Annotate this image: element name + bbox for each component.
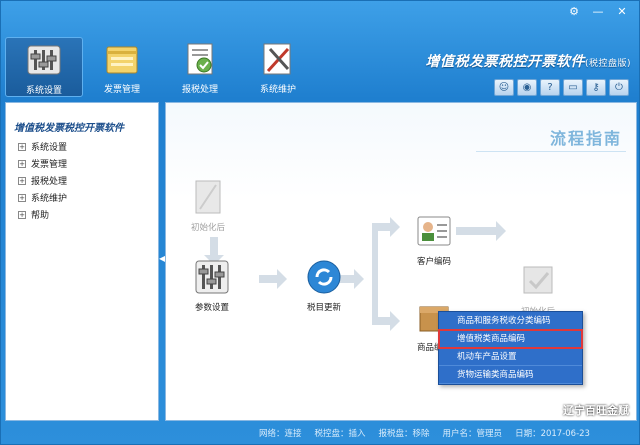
document-icon [190,179,226,215]
folder-icon [104,41,140,77]
app-window: ⚙ — ✕ 系统设置 发票管理 报税处理 系统维护 增值税发票税控开票软件(税控… [0,0,640,445]
wechat-icon [541,403,559,417]
node-param-settings[interactable]: 参数设置 [194,259,230,313]
app-subtitle: (税控盘版) [584,59,631,69]
quick-icon-bar: ☺ ◉ ? ▭ ⚷ ⏻ [494,79,629,96]
node-label: 初始化后 [190,223,225,233]
key-icon[interactable]: ⚷ [586,79,606,96]
settings-icon [194,259,230,295]
tree-item-label: 报税处理 [31,177,68,187]
node-tax-update[interactable]: 税目更新 [306,259,342,313]
node-init-right[interactable]: 初始化后 [520,263,556,317]
globe-icon[interactable]: ◉ [517,79,537,96]
window-icon[interactable]: ▭ [563,79,583,96]
status-report-disk: 报税盘：移除 [378,429,430,439]
product-code-menu: 商品和服务税收分类编码 增值税类商品编码 机动车产品设置 货物运输类商品编码 [438,311,583,385]
tree-item-label: 帮助 [31,211,50,221]
watermark-text: 辽宁百旺金赋 [563,404,629,417]
app-title-text: 增值税发票税控开票软件 [425,54,585,70]
tree-item-system-settings[interactable]: + 系统设置 [6,138,158,155]
tree-item-label: 系统维护 [31,194,68,204]
status-user: 用户名：管理员 [442,429,503,439]
navigation-tree: 增值税发票税控开票软件 + 系统设置 + 发票管理 + 报税处理 + 系统维护 … [5,102,159,421]
watermark: 辽宁百旺金赋 [541,402,629,418]
tree-item-invoice-management[interactable]: + 发票管理 [6,155,158,172]
window-controls: ⚙ — ✕ [563,3,633,21]
maintenance-icon [260,41,296,77]
close-button[interactable]: ✕ [611,3,633,21]
status-network: 网络：连接 [259,429,302,439]
status-date: 日期：2017-06-23 [515,429,590,439]
expand-icon[interactable]: + [18,159,26,168]
node-label: 税目更新 [306,303,341,313]
tree-title: 增值税发票税控开票软件 [14,123,124,134]
menu-item-tax-classification[interactable]: 商品和服务税收分类编码 [439,312,582,330]
app-title: 增值税发票税控开票软件(税控盘版) [425,51,631,71]
exit-icon[interactable]: ⏻ [609,79,629,96]
user-icon[interactable]: ☺ [494,79,514,96]
help-icon[interactable]: ? [540,79,560,96]
menu-item-freight-product[interactable]: 货物运输类商品编码 [439,366,582,384]
document-check-icon [520,263,556,299]
expand-icon[interactable]: + [18,193,26,202]
toolbar-system-settings[interactable]: 系统设置 [5,37,83,97]
expand-icon[interactable]: + [18,210,26,219]
main-toolbar: 系统设置 发票管理 报税处理 系统维护 [5,37,317,97]
settings-icon[interactable]: ⚙ [563,3,585,21]
status-tax-disk: 税控盘：插入 [314,429,366,439]
toolbar-label: 报税处理 [181,85,218,95]
tree-item-label: 发票管理 [31,160,68,170]
contact-card-icon [416,213,452,249]
toolbar-invoice-management[interactable]: 发票管理 [83,37,161,97]
expand-icon[interactable]: + [18,142,26,151]
node-init-left[interactable]: 初始化后 [190,179,226,233]
menu-item-vehicle-product[interactable]: 机动车产品设置 [439,348,582,366]
toolbar-label: 系统维护 [259,85,296,95]
status-bar: 网络：连接 税控盘：插入 报税盘：移除 用户名：管理员 日期：2017-06-2… [1,422,640,444]
node-label: 客户编码 [416,257,451,267]
expand-icon[interactable]: + [18,176,26,185]
node-customer-code[interactable]: 客户编码 [416,213,452,267]
node-label: 参数设置 [194,303,229,313]
tax-report-icon [182,41,218,77]
flow-guide-panel: 流程指南 初始化后 参数设置 税目更新 客户编码 商品编码 商品和服务税收分类编… [165,102,637,421]
toolbar-label: 系统设置 [25,86,62,96]
tree-item-tax-report[interactable]: + 报税处理 [6,172,158,189]
toolbar-label: 发票管理 [103,85,140,95]
settings-icon [26,42,62,78]
tree-item-label: 系统设置 [31,143,68,153]
toolbar-tax-report[interactable]: 报税处理 [161,37,239,97]
toolbar-system-maintenance[interactable]: 系统维护 [239,37,317,97]
tree-item-system-maintenance[interactable]: + 系统维护 [6,189,158,206]
menu-item-vat-product-code[interactable]: 增值税类商品编码 [438,329,583,349]
tree-item-help[interactable]: + 帮助 [6,206,158,223]
refresh-icon [306,259,342,295]
minimize-button[interactable]: — [587,3,609,21]
